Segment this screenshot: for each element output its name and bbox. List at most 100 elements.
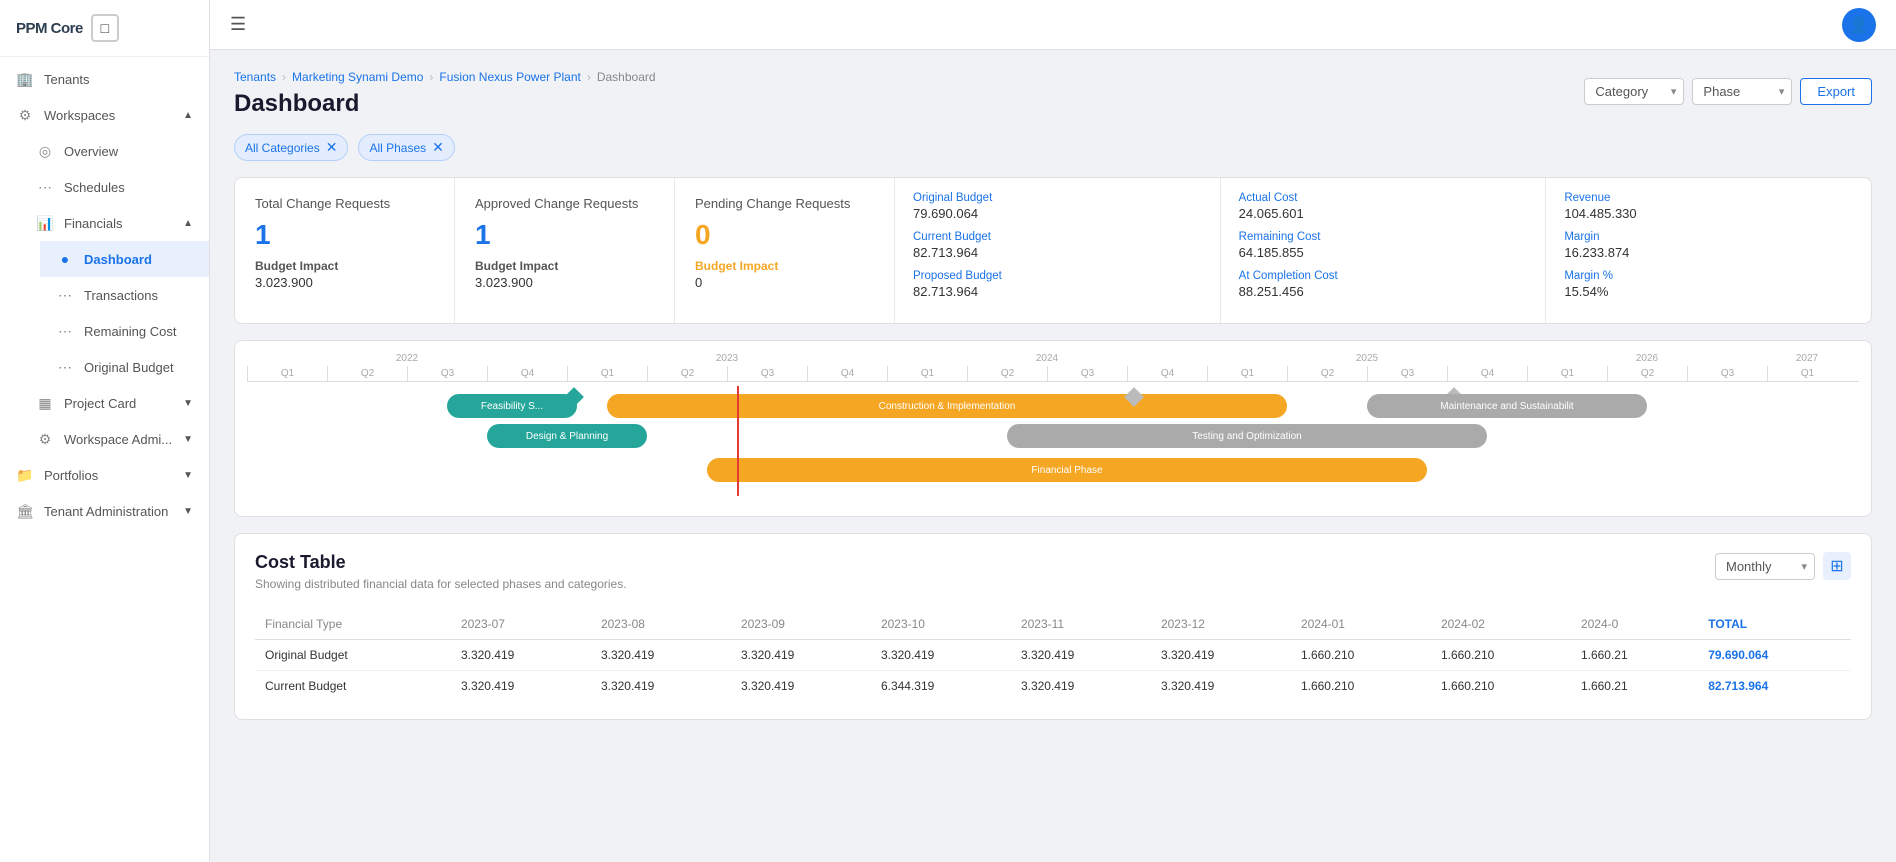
page-title: Dashboard xyxy=(234,90,656,118)
col-2023-11: 2023-11 xyxy=(1011,609,1151,640)
schedules-label: Schedules xyxy=(64,180,193,195)
gantt-bar-construction[interactable]: Construction & Implementation xyxy=(607,394,1287,418)
all-categories-close-icon[interactable]: ✕ xyxy=(326,139,338,156)
metric-proposed-budget-label[interactable]: Proposed Budget xyxy=(913,270,1202,282)
overview-label: Overview xyxy=(64,144,193,159)
row-original-budget-total: 79.690.064 xyxy=(1698,640,1851,671)
project-card-icon: ▦ xyxy=(36,394,54,412)
cost-table-header-row: Financial Type 2023-07 2023-08 2023-09 2… xyxy=(255,609,1851,640)
tenants-icon: 🏢 xyxy=(16,70,34,88)
sidebar-item-tenants[interactable]: 🏢 Tenants xyxy=(0,61,209,97)
gantt-bar-design[interactable]: Design & Planning xyxy=(487,424,647,448)
gantt-scroll[interactable]: 2022 Q1 Q2 Q3 Q4 2023 xyxy=(235,341,1871,516)
gantt-timeline-header: 2022 Q1 Q2 Q3 Q4 2023 xyxy=(247,353,1859,496)
breadcrumb-project[interactable]: Fusion Nexus Power Plant xyxy=(439,70,580,84)
gantt-bar-financial[interactable]: Financial Phase xyxy=(707,458,1427,482)
tenant-admin-icon: 🏛 xyxy=(16,502,34,520)
col-2024-0x: 2024-0 xyxy=(1571,609,1698,640)
user-avatar[interactable]: 👤 xyxy=(1842,8,1876,42)
metric-revenue: Revenue 104.485.330 xyxy=(1564,192,1853,221)
gantt-bar-maintenance[interactable]: Maintenance and Sustainabilit xyxy=(1367,394,1647,418)
table-row: Current Budget 3.320.419 3.320.419 3.320… xyxy=(255,671,1851,702)
sidebar-item-original-budget[interactable]: ⋯ Original Budget xyxy=(40,349,209,385)
gantt-q1-2025: Q1 xyxy=(1207,366,1287,381)
metric-margin-pct-label[interactable]: Margin % xyxy=(1564,270,1853,282)
gantt-q3-2023: Q3 xyxy=(727,366,807,381)
gantt-section: 2022 Q1 Q2 Q3 Q4 2023 xyxy=(234,340,1872,517)
sidebar-item-workspace-admin[interactable]: ⚙ Workspace Admi... ▼ xyxy=(20,421,209,457)
project-card-label: Project Card xyxy=(64,396,136,411)
breadcrumb-workspace[interactable]: Marketing Synami Demo xyxy=(292,70,423,84)
overview-icon: ◎ xyxy=(36,142,54,160)
schedules-icon: ⋯ xyxy=(36,178,54,196)
sidebar-item-portfolios[interactable]: 📁 Portfolios ▼ xyxy=(0,457,209,493)
category-filter[interactable]: Category xyxy=(1584,78,1684,105)
gantt-year-2027: 2027 Q1 xyxy=(1767,353,1847,381)
sidebar-logo: PPM Core □ xyxy=(0,0,209,57)
metric-at-completion-cost-label[interactable]: At Completion Cost xyxy=(1239,270,1528,282)
sidebar-item-transactions[interactable]: ⋯ Transactions xyxy=(40,277,209,313)
gantt-year-2022: 2022 Q1 Q2 Q3 Q4 xyxy=(247,353,567,381)
breadcrumb: Tenants › Marketing Synami Demo › Fusion… xyxy=(234,70,656,84)
cost-table-section: Cost Table Showing distributed financial… xyxy=(234,533,1872,720)
row-original-budget-2023-09: 3.320.419 xyxy=(731,640,871,671)
logo-icon: □ xyxy=(91,14,119,42)
gantt-bar-feasibility[interactable]: Feasibility S... xyxy=(447,394,577,418)
gantt-quarters-2023: Q1 Q2 Q3 Q4 xyxy=(567,366,887,381)
metric-remaining-cost-label[interactable]: Remaining Cost xyxy=(1239,231,1528,243)
sidebar-item-project-card[interactable]: ▦ Project Card ▼ xyxy=(20,385,209,421)
row-original-budget-2023-10: 3.320.419 xyxy=(871,640,1011,671)
gantt-q2-2023: Q2 xyxy=(647,366,727,381)
sidebar-item-remaining-cost[interactable]: ⋯ Remaining Cost xyxy=(40,313,209,349)
row-original-budget-2023-11: 3.320.419 xyxy=(1011,640,1151,671)
metric-remaining-cost: Remaining Cost 64.185.855 xyxy=(1239,231,1528,260)
pending-cr-budget-val: 0 xyxy=(695,275,874,290)
page-content: Tenants › Marketing Synami Demo › Fusion… xyxy=(210,50,1896,862)
gantt-quarters-2022: Q1 Q2 Q3 Q4 xyxy=(247,366,567,381)
metric-current-budget-label[interactable]: Current Budget xyxy=(913,231,1202,243)
all-categories-chip[interactable]: All Categories ✕ xyxy=(234,134,348,161)
grid-view-icon[interactable]: ⊞ xyxy=(1823,552,1851,580)
approved-cr-title: Approved Change Requests xyxy=(475,196,654,211)
metric-revenue-label[interactable]: Revenue xyxy=(1564,192,1853,204)
metric-proposed-budget: Proposed Budget 82.713.964 xyxy=(913,270,1202,299)
export-button[interactable]: Export xyxy=(1800,78,1872,105)
workspace-admin-icon: ⚙ xyxy=(36,430,54,448)
breadcrumb-tenants[interactable]: Tenants xyxy=(234,70,276,84)
hamburger-icon[interactable]: ☰ xyxy=(230,14,246,35)
workspaces-label: Workspaces xyxy=(44,108,115,123)
metric-margin-label[interactable]: Margin xyxy=(1564,231,1853,243)
gantt-year-2023: 2023 Q1 Q2 Q3 Q4 xyxy=(567,353,887,381)
col-financial-type: Financial Type xyxy=(255,609,451,640)
metrics-col-1: Original Budget 79.690.064 Current Budge… xyxy=(895,178,1221,323)
row-original-budget-2023-07: 3.320.419 xyxy=(451,640,591,671)
gantt-year-2026: 2026 Q1 Q2 Q3 xyxy=(1527,353,1767,381)
sidebar-item-workspaces[interactable]: ⚙ Workspaces ▲ xyxy=(0,97,209,133)
gantt-q4-2025: Q4 xyxy=(1447,366,1527,381)
portfolios-label: Portfolios xyxy=(44,468,98,483)
row-current-budget-2024-01: 1.660.210 xyxy=(1291,671,1431,702)
cost-table-title: Cost Table xyxy=(255,552,627,573)
all-phases-close-icon[interactable]: ✕ xyxy=(432,139,444,156)
metrics-section: Original Budget 79.690.064 Current Budge… xyxy=(895,178,1871,323)
sidebar-item-financials[interactable]: 📊 Financials ▲ xyxy=(20,205,209,241)
all-phases-chip[interactable]: All Phases ✕ xyxy=(358,134,454,161)
tenant-admin-label: Tenant Administration xyxy=(44,504,168,519)
total-cr-number: 1 xyxy=(255,219,434,251)
col-2023-08: 2023-08 xyxy=(591,609,731,640)
metric-actual-cost-label[interactable]: Actual Cost xyxy=(1239,192,1528,204)
sidebar-item-overview[interactable]: ◎ Overview xyxy=(20,133,209,169)
row-current-budget-2023-08: 3.320.419 xyxy=(591,671,731,702)
phase-filter[interactable]: Phase xyxy=(1692,78,1792,105)
sidebar-item-schedules[interactable]: ⋯ Schedules xyxy=(20,169,209,205)
workspace-admin-label: Workspace Admi... xyxy=(64,432,172,447)
gantt-q2-2025: Q2 xyxy=(1287,366,1367,381)
period-filter[interactable]: Monthly Quarterly Yearly xyxy=(1715,553,1815,580)
metric-original-budget-label[interactable]: Original Budget xyxy=(913,192,1202,204)
approved-cr-budget-label: Budget Impact xyxy=(475,259,654,273)
pending-cr-budget-label: Budget Impact xyxy=(695,259,874,273)
gantt-q2-2022: Q2 xyxy=(327,366,407,381)
sidebar-item-dashboard[interactable]: ● Dashboard xyxy=(40,241,209,277)
gantt-bar-testing[interactable]: Testing and Optimization xyxy=(1007,424,1487,448)
sidebar-item-tenant-admin[interactable]: 🏛 Tenant Administration ▼ xyxy=(0,493,209,529)
